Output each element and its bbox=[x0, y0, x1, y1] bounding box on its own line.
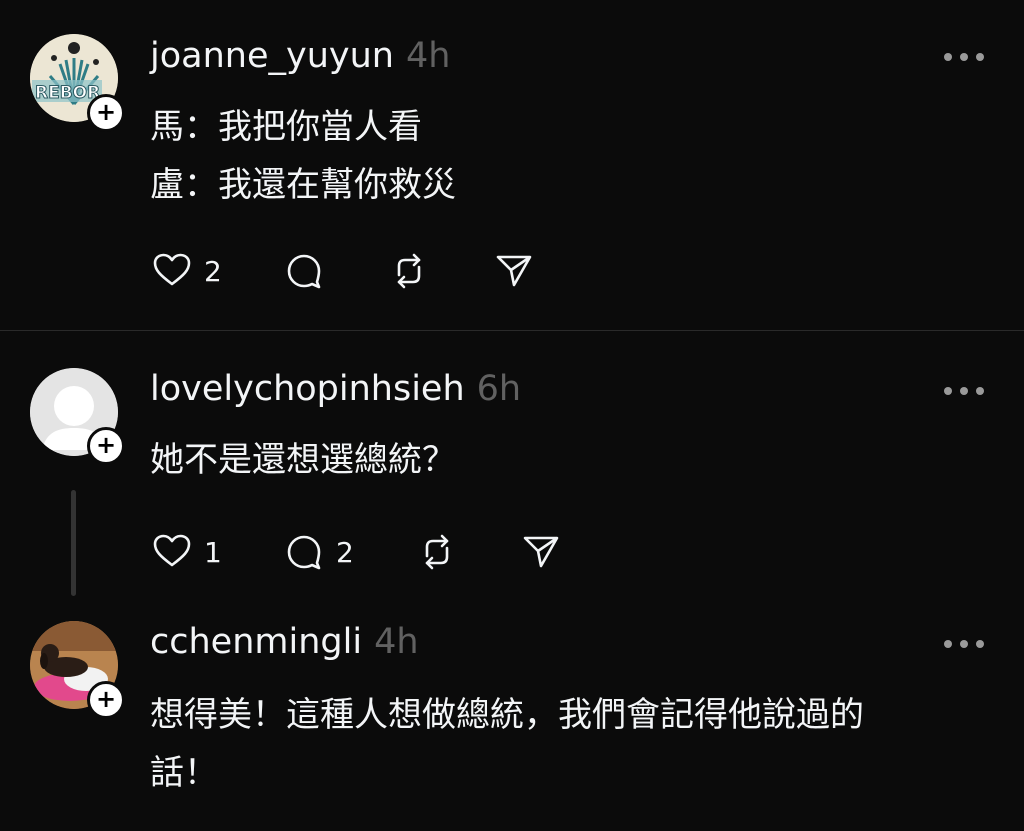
share-button[interactable] bbox=[494, 251, 534, 291]
post-line: 馬：我把你當人看 bbox=[150, 107, 422, 147]
post-text: 她不是還想選總統？ bbox=[150, 431, 970, 489]
post-line: 話！ bbox=[150, 753, 218, 793]
threads-feed: REBOR + joanne_yuyun 4h 馬：我把你當人看 盧：我還在幫你救… bbox=[0, 0, 1024, 831]
follow-button[interactable]: + bbox=[87, 681, 125, 719]
send-icon bbox=[496, 255, 532, 287]
repost-icon bbox=[425, 534, 449, 570]
like-button[interactable]: 2 bbox=[152, 251, 222, 291]
post-line: 她不是還想選總統？ bbox=[150, 440, 456, 480]
comment-icon bbox=[287, 535, 321, 570]
post-divider bbox=[0, 330, 1024, 331]
post-text: 馬：我把你當人看 盧：我還在幫你救災 bbox=[150, 98, 970, 214]
more-icon[interactable] bbox=[944, 384, 984, 398]
follow-button[interactable]: + bbox=[87, 427, 125, 465]
like-count: 2 bbox=[204, 254, 222, 288]
username[interactable]: lovelychopinhsieh 6h bbox=[150, 369, 521, 409]
timestamp: 4h bbox=[405, 36, 451, 76]
username-text[interactable]: cchenmingli bbox=[150, 622, 362, 662]
more-icon[interactable] bbox=[944, 637, 984, 651]
comment-icon bbox=[287, 254, 321, 289]
post-line: 想得美！這種人想做總統，我們會記得他說過的 bbox=[150, 695, 864, 735]
post-line: 盧：我還在幫你救災 bbox=[150, 165, 456, 205]
timestamp: 4h bbox=[374, 622, 419, 662]
username-text[interactable]: joanne_yuyun bbox=[150, 36, 394, 76]
repost-button[interactable] bbox=[417, 532, 457, 572]
username[interactable]: joanne_yuyun 4h bbox=[150, 36, 450, 76]
comment-button[interactable] bbox=[284, 251, 324, 291]
repost-icon bbox=[397, 253, 421, 289]
like-count: 1 bbox=[204, 535, 222, 569]
send-icon bbox=[523, 536, 559, 568]
heart-icon bbox=[153, 534, 191, 567]
heart-icon bbox=[153, 253, 191, 286]
share-button[interactable] bbox=[521, 532, 561, 572]
follow-button[interactable]: + bbox=[87, 94, 125, 132]
comment-button[interactable]: 2 bbox=[284, 532, 354, 572]
username[interactable]: cchenmingli 4h bbox=[150, 622, 419, 662]
repost-button[interactable] bbox=[389, 251, 429, 291]
username-text[interactable]: lovelychopinhsieh bbox=[150, 369, 465, 409]
timestamp: 6h bbox=[476, 369, 522, 409]
thread-line bbox=[71, 490, 76, 596]
comment-count: 2 bbox=[336, 535, 354, 569]
like-button[interactable]: 1 bbox=[152, 532, 222, 572]
post-text: 想得美！這種人想做總統，我們會記得他說過的 話！ bbox=[150, 686, 970, 802]
more-icon[interactable] bbox=[944, 50, 984, 64]
